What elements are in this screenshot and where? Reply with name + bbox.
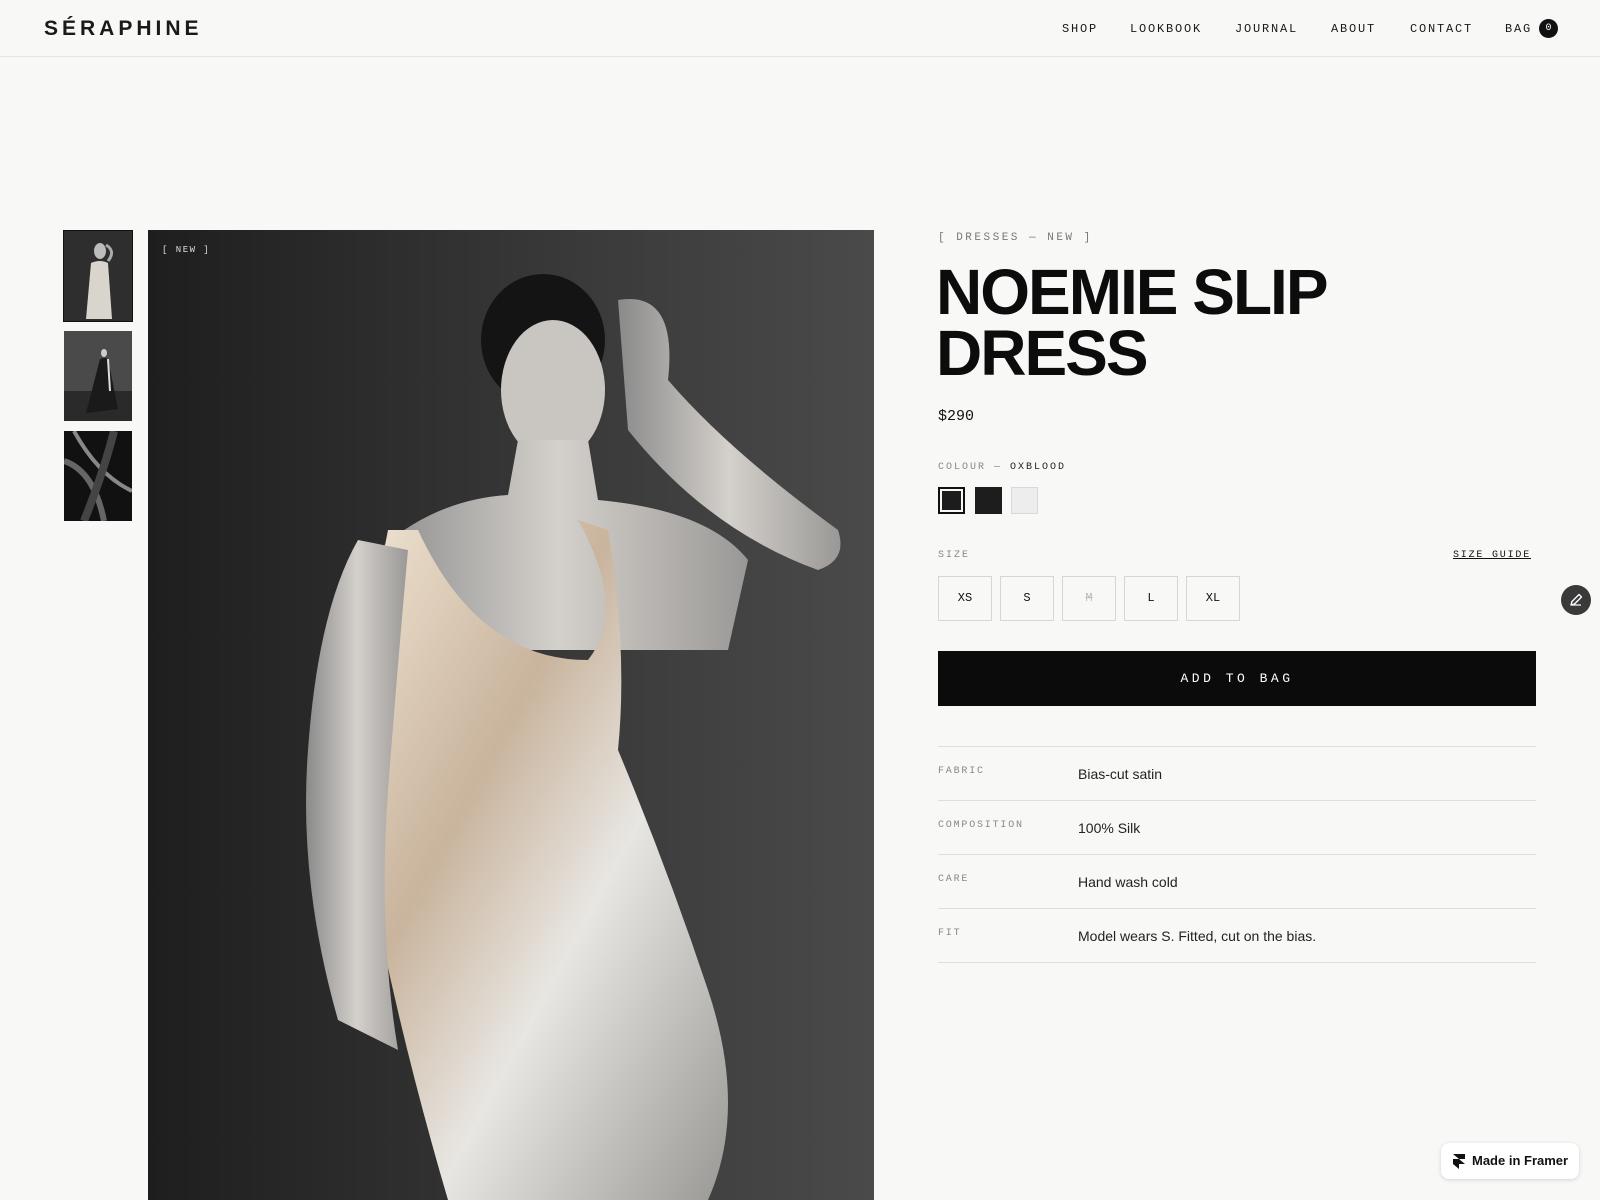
colour-value: OXBLOOD: [1010, 462, 1067, 473]
size-s-button[interactable]: S: [1000, 576, 1054, 621]
colour-label-text: COLOUR —: [938, 462, 1003, 473]
size-xs-button[interactable]: XS: [938, 576, 992, 621]
spec-value: Bias-cut satin: [1078, 766, 1163, 782]
product-title-line-2: DRESS: [936, 317, 1149, 389]
framer-icon: [1453, 1154, 1465, 1169]
framer-badge-label: Made in Framer: [1472, 1153, 1569, 1168]
spec-key: COMPOSITION: [938, 820, 1024, 831]
nav-lookbook[interactable]: LOOKBOOK: [1130, 22, 1202, 36]
nav-contact[interactable]: CONTACT: [1410, 22, 1473, 36]
product-title: NOEMIE SLIP DRESS: [936, 256, 1436, 389]
spec-row: COMPOSITION 100% Silk: [938, 801, 1536, 855]
size-label: SIZE: [938, 550, 971, 561]
thumbnail-3[interactable]: [64, 431, 132, 521]
spec-row: FIT Model wears S. Fitted, cut on the bi…: [938, 909, 1536, 963]
add-to-bag-button[interactable]: ADD TO BAG: [938, 651, 1536, 706]
bag-count-badge[interactable]: 0: [1539, 19, 1558, 38]
spec-row: CARE Hand wash cold: [938, 855, 1536, 909]
new-badge: [ NEW ]: [162, 245, 211, 255]
thumbnail-1-image: [64, 231, 132, 321]
spec-value: Model wears S. Fitted, cut on the bias.: [1078, 928, 1317, 944]
category-breadcrumb: [ DRESSES — NEW ]: [938, 232, 1093, 244]
swatch-oxblood-selected[interactable]: [938, 487, 965, 514]
pencil-icon: [1570, 593, 1583, 606]
spec-value: 100% Silk: [1078, 820, 1141, 836]
spec-key: FABRIC: [938, 766, 985, 777]
product-title-line-1: NOEMIE SLIP: [936, 256, 1329, 328]
thumbnail-2-image: [64, 331, 132, 421]
nav-journal[interactable]: JOURNAL: [1235, 22, 1298, 36]
thumbnail-3-image: [64, 431, 132, 521]
site-header: SÉRAPHINE SHOP LOOKBOOK JOURNAL ABOUT CO…: [0, 0, 1600, 57]
product-main-image: [ NEW ]: [148, 230, 874, 1200]
size-guide-link[interactable]: SIZE GUIDE: [1453, 550, 1531, 561]
nav-bag[interactable]: BAG: [1505, 22, 1532, 36]
spec-key: CARE: [938, 874, 970, 885]
size-l-button[interactable]: L: [1124, 576, 1178, 621]
model-photo: [148, 230, 874, 1200]
swatch-ivory[interactable]: [1011, 487, 1038, 514]
brand-logo[interactable]: SÉRAPHINE: [44, 17, 203, 41]
thumbnail-2[interactable]: [64, 331, 132, 421]
swatch-black[interactable]: [975, 487, 1002, 514]
spec-value: Hand wash cold: [1078, 874, 1178, 890]
made-in-framer-badge[interactable]: Made in Framer: [1441, 1143, 1579, 1179]
product-specs: FABRIC Bias-cut satin COMPOSITION 100% S…: [938, 746, 1536, 963]
spec-row: FABRIC Bias-cut satin: [938, 747, 1536, 801]
thumbnail-1[interactable]: [63, 230, 133, 322]
colour-label: COLOUR — OXBLOOD: [938, 462, 1066, 473]
nav-shop[interactable]: SHOP: [1062, 22, 1098, 36]
edit-button[interactable]: [1561, 585, 1591, 615]
product-price: $290: [938, 408, 975, 425]
size-m-button[interactable]: M: [1062, 576, 1116, 621]
nav-about[interactable]: ABOUT: [1331, 22, 1376, 36]
size-xl-button[interactable]: XL: [1186, 576, 1240, 621]
spec-key: FIT: [938, 928, 962, 939]
